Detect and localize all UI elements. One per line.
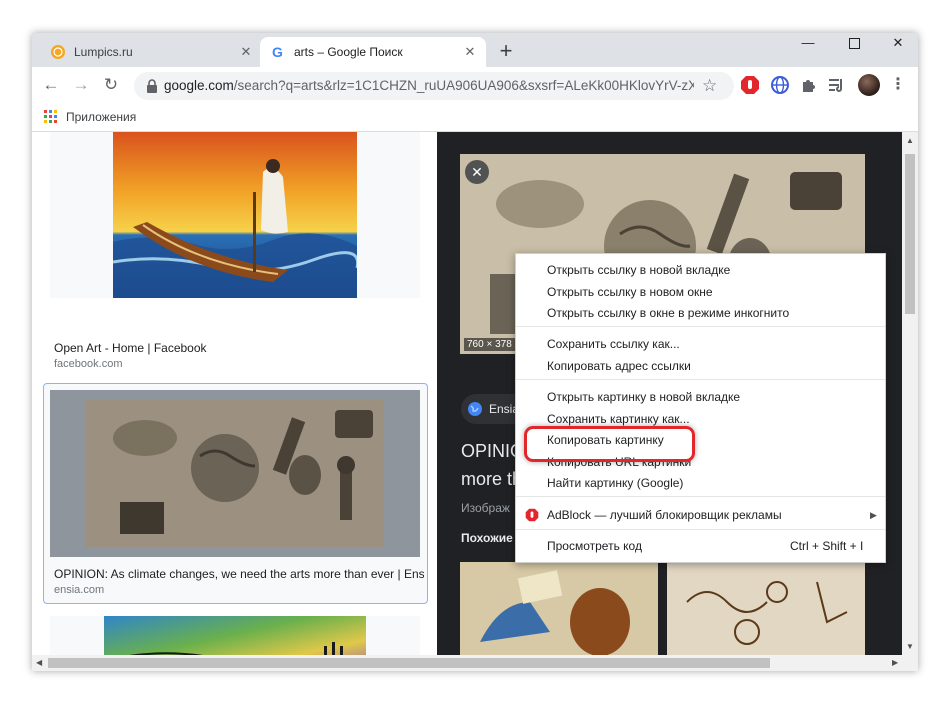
menu-open-link-new-tab[interactable]: Открыть ссылку в новой вкладке <box>516 259 885 281</box>
horizontal-scroll-thumb[interactable] <box>48 658 770 668</box>
back-arrow-icon[interactable]: ← <box>41 75 61 95</box>
image-dimensions: 760 × 378 <box>464 338 515 351</box>
tab-google-search[interactable]: G arts – Google Поиск ✕ <box>260 37 486 67</box>
forward-arrow-icon[interactable]: → <box>71 75 91 95</box>
bookmarks-bar: Приложения <box>32 103 918 132</box>
svg-text:G: G <box>272 44 283 60</box>
close-tab-icon[interactable]: ✕ <box>460 44 480 60</box>
url-domain: google.com <box>164 78 234 93</box>
scroll-right-arrow-icon[interactable]: ▶ <box>892 658 898 667</box>
menu-separator <box>516 379 885 380</box>
lock-icon <box>147 79 157 93</box>
google-favicon-icon: G <box>272 44 283 60</box>
apps-label[interactable]: Приложения <box>66 110 136 124</box>
close-tab-icon[interactable]: ✕ <box>236 44 256 60</box>
menu-shortcut: Ctrl + Shift + I <box>790 539 864 553</box>
result-thumbnail-boat-painting[interactable] <box>113 132 357 298</box>
horizontal-scrollbar[interactable]: ◀ ▶ <box>32 655 918 671</box>
vertical-scrollbar[interactable]: ▲ ▼ <box>902 132 918 655</box>
adblock-stop-icon <box>525 508 539 522</box>
tab-lumpics[interactable]: Lumpics.ru ✕ <box>40 37 262 67</box>
browser-toolbar: ← → ↻ google.com/search?q=arts&rlz=1C1CH… <box>32 67 918 103</box>
close-window-icon[interactable]: ✕ <box>876 33 918 53</box>
adblock-extension-icon[interactable] <box>740 75 760 95</box>
close-preview-icon[interactable]: ✕ <box>465 160 489 184</box>
menu-open-link-incognito[interactable]: Открыть ссылку в окне в режиме инкогнито <box>516 302 885 324</box>
address-bar[interactable]: google.com/search?q=arts&rlz=1C1CHZN_ruU… <box>134 72 734 100</box>
scroll-up-arrow-icon[interactable]: ▲ <box>906 136 914 145</box>
images-copyright-label: Изображ <box>461 501 510 515</box>
menu-separator <box>516 529 885 530</box>
menu-inspect[interactable]: Просмотреть код Ctrl + Shift + I <box>516 535 885 557</box>
vertical-scroll-thumb[interactable] <box>905 154 915 314</box>
tab-title: arts – Google Поиск <box>294 45 403 59</box>
menu-search-image-google[interactable]: Найти картинку (Google) <box>516 472 885 494</box>
result-source: facebook.com <box>54 358 123 370</box>
maximize-icon[interactable] <box>832 33 876 53</box>
reload-icon[interactable]: ↻ <box>101 75 121 95</box>
url-text: google.com/search?q=arts&rlz=1C1CHZN_ruU… <box>164 78 694 93</box>
menu-save-link-as[interactable]: Сохранить ссылку как... <box>516 333 885 355</box>
context-menu: Открыть ссылку в новой вкладке Открыть с… <box>515 253 886 563</box>
result-thumbnail-arts-collage[interactable] <box>50 390 420 557</box>
vpn-globe-icon[interactable] <box>770 75 790 95</box>
reading-list-icon[interactable] <box>827 75 847 95</box>
result-title[interactable]: Open Art - Home | Facebook <box>54 341 424 355</box>
menu-separator <box>516 496 885 497</box>
new-tab-plus-icon[interactable]: + <box>494 39 518 63</box>
image-result-card[interactable] <box>50 616 420 655</box>
extensions-puzzle-icon[interactable] <box>799 75 819 95</box>
bookmark-star-icon[interactable]: ☆ <box>702 76 717 96</box>
preview-title-line2[interactable]: more th <box>461 469 522 490</box>
result-thumbnail-colorful-painting[interactable] <box>104 616 366 655</box>
url-path: /search?q=arts&rlz=1C1CHZN_ruUA906UA906&… <box>233 78 694 93</box>
scroll-down-arrow-icon[interactable]: ▼ <box>906 642 914 651</box>
submenu-arrow-icon: ▶ <box>870 510 877 520</box>
globe-icon <box>468 402 482 416</box>
minimize-icon[interactable]: — <box>786 33 830 53</box>
menu-separator <box>516 326 885 327</box>
menu-copy-link-address[interactable]: Копировать адрес ссылки <box>516 355 885 377</box>
menu-more-icon[interactable]: ⋮ <box>888 75 908 95</box>
result-source: ensia.com <box>54 584 105 596</box>
similar-image-sketch[interactable] <box>667 562 865 655</box>
similar-images-label: Похожие <box>461 531 513 545</box>
similar-image-violin[interactable] <box>460 562 658 655</box>
lumpics-favicon-icon <box>51 45 65 59</box>
highlight-annotation <box>524 426 695 462</box>
tab-title: Lumpics.ru <box>74 45 133 59</box>
result-title[interactable]: OPINION: As climate changes, we need the… <box>54 567 424 581</box>
menu-open-image-new-tab[interactable]: Открыть картинку в новой вкладке <box>516 386 885 408</box>
menu-adblock[interactable]: AdBlock — лучший блокировщик рекламы ▶ <box>516 504 885 526</box>
menu-open-link-new-window[interactable]: Открыть ссылку в новом окне <box>516 281 885 303</box>
image-results-column: Open Art - Home | Facebook facebook.com … <box>32 132 437 655</box>
scroll-left-arrow-icon[interactable]: ◀ <box>36 658 42 667</box>
image-result-card[interactable] <box>50 132 420 298</box>
profile-avatar[interactable] <box>858 74 880 96</box>
apps-grid-icon[interactable] <box>44 110 58 124</box>
